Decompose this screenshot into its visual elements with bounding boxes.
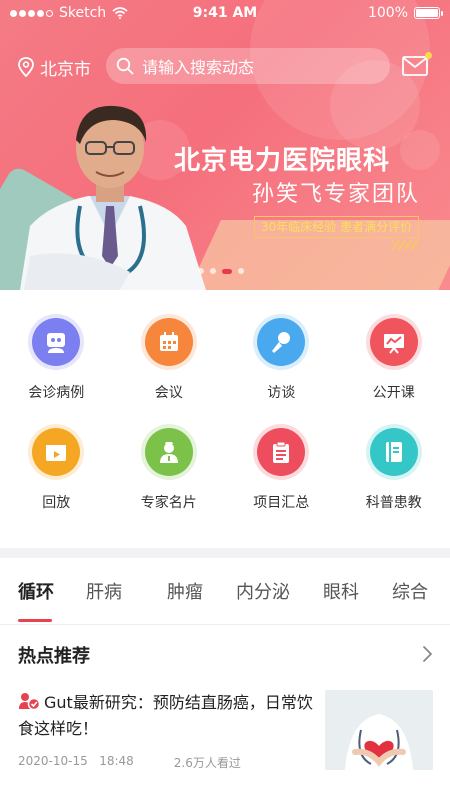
calendar-icon <box>144 318 193 366</box>
doctor-icon <box>144 428 193 476</box>
pager-dot-active[interactable] <box>222 268 232 274</box>
grid-item[interactable]: 公开课 <box>338 300 450 410</box>
icon-ring <box>253 314 310 370</box>
message-button[interactable] <box>402 52 432 78</box>
grid-item[interactable]: 会诊病例 <box>0 300 113 410</box>
grid-item[interactable]: 会议 <box>113 300 226 410</box>
banner-pager[interactable] <box>198 268 244 274</box>
news-meta: 2020-10-15 18:48 2.6万人看过 <box>18 754 241 771</box>
grid-item[interactable]: 科普患教 <box>338 410 450 520</box>
news-time: 18:48 <box>99 754 134 768</box>
header: 北京市 请输入搜索动态 <box>0 48 450 86</box>
grid-item[interactable]: 项目汇总 <box>225 410 338 520</box>
doctor-photo <box>20 105 206 290</box>
tab-item[interactable]: 综合 <box>392 578 428 604</box>
chevron-right-icon[interactable] <box>420 644 434 664</box>
battery-percent: 100% <box>367 5 408 21</box>
location-pin-icon <box>18 57 34 77</box>
mail-icon <box>402 56 428 76</box>
microphone-icon <box>257 318 306 366</box>
icon-ring <box>365 314 422 370</box>
grid-item[interactable]: 专家名片 <box>113 410 226 520</box>
unread-dot <box>425 52 432 59</box>
active-tab-indicator <box>18 619 52 622</box>
play-icon <box>32 428 81 476</box>
news-views: 2.6万人看过 <box>173 756 241 770</box>
tab-item[interactable]: 肿瘤 <box>167 578 203 604</box>
tab-item[interactable]: 眼科 <box>323 578 359 604</box>
search-input[interactable]: 请输入搜索动态 <box>106 48 390 84</box>
grid-item[interactable]: 回放 <box>0 410 113 520</box>
wifi-icon <box>112 7 128 19</box>
news-date: 2020-10-15 <box>18 754 88 768</box>
icon-ring <box>28 314 85 370</box>
tab-item[interactable]: 循环 <box>18 578 54 604</box>
grid-item-label: 科普患教 <box>365 495 422 511</box>
hero-banner[interactable]: 北京电力医院眼科 孙笑飞专家团队 30年临床经验 患者满分评价 <box>0 0 450 290</box>
hot-section-title: 热点推荐 <box>18 646 90 667</box>
icon-ring <box>365 424 422 480</box>
news-item-title[interactable]: Gut最新研究：预防结直肠癌，日常饮食这样吃！ <box>18 690 318 742</box>
battery-icon <box>414 7 443 19</box>
presentation-icon <box>369 318 418 366</box>
status-bar: Sketch 9:41 AM 100% <box>0 0 450 26</box>
search-icon <box>116 57 134 75</box>
category-tabs: 循环 肝病 肿瘤 内分泌 眼科 综合 <box>0 560 450 624</box>
icon-ring <box>140 314 197 370</box>
grid-item-label: 回放 <box>42 495 71 511</box>
pager-dot[interactable] <box>238 268 244 274</box>
section-divider <box>0 548 450 558</box>
tab-item[interactable]: 肝病 <box>86 578 122 604</box>
feature-grid: 会诊病例 会议 访谈 公开课回放 专家名片 项目汇总 科普患教 <box>0 300 450 540</box>
grid-item-label: 专家名片 <box>140 495 197 511</box>
grid-item-label: 会议 <box>154 385 183 401</box>
grid-item-label: 会诊病例 <box>28 385 85 401</box>
search-placeholder: 请输入搜索动态 <box>142 58 255 77</box>
decor-stripes <box>392 240 418 250</box>
carrier-label: Sketch <box>59 5 107 21</box>
pager-dot[interactable] <box>210 268 216 274</box>
tab-item[interactable]: 内分泌 <box>236 578 290 604</box>
banner-title: 北京电力医院眼科 <box>174 146 391 176</box>
grid-item-label: 访谈 <box>267 385 296 401</box>
icon-ring <box>140 424 197 480</box>
book-icon <box>369 428 418 476</box>
hot-flag-icon <box>19 693 40 711</box>
icon-ring <box>28 424 85 480</box>
news-title-text: Gut最新研究：预防结直肠癌，日常饮食这样吃！ <box>18 693 313 738</box>
grid-item-label: 公开课 <box>372 385 415 401</box>
grid-item-label: 项目汇总 <box>253 495 310 511</box>
banner-subtitle: 孙笑飞专家团队 <box>252 182 421 207</box>
grid-item[interactable]: 访谈 <box>225 300 338 410</box>
signal-icon <box>10 9 53 17</box>
status-time: 9:41 AM <box>192 5 258 21</box>
location-selector[interactable]: 北京市 <box>18 55 91 80</box>
location-label: 北京市 <box>40 59 91 80</box>
banner-badge: 30年临床经验 患者满分评价 <box>254 216 420 238</box>
clipboard-icon <box>257 428 306 476</box>
pager-dot[interactable] <box>198 268 204 274</box>
tab-divider <box>0 624 450 625</box>
icon-ring <box>253 424 310 480</box>
news-thumbnail[interactable] <box>325 690 433 770</box>
consultation-icon <box>32 318 81 366</box>
